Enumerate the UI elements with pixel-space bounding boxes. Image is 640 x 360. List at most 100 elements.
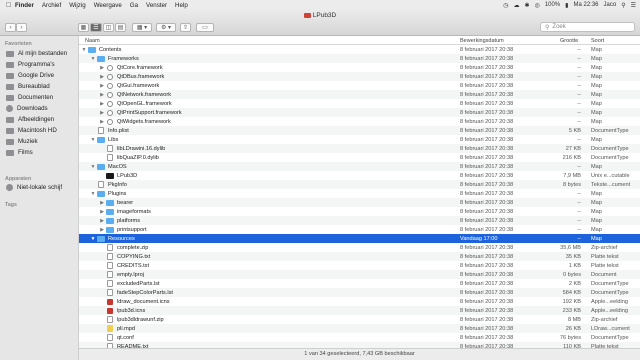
table-row[interactable]: ▶ imageformats 8 februari 2017 20:38 -- Map (79, 207, 640, 216)
table-row[interactable]: ▶ platforms 8 februari 2017 20:38 -- Map (79, 216, 640, 225)
battery-percentage[interactable]: 100% (545, 2, 560, 8)
menu-help[interactable]: Help (175, 2, 188, 9)
sidebar-item-music[interactable]: Muziek (6, 138, 38, 145)
list-view-button[interactable]: ☰ (90, 23, 102, 32)
sidebar-item-applications[interactable]: Programma's (6, 61, 55, 68)
disclosure-triangle-icon[interactable]: ▼ (90, 56, 96, 62)
table-row[interactable]: pli.mpd 8 februari 2017 20:38 26 KB LDraw..… (79, 324, 640, 333)
disclosure-triangle-icon[interactable]: ▶ (99, 218, 105, 224)
menubar-user[interactable]: Jaco (604, 2, 617, 8)
table-row[interactable]: PkgInfo 8 februari 2017 20:38 8 bytes Tekst… (79, 180, 640, 189)
disclosure-triangle-icon[interactable]: ▶ (99, 119, 105, 125)
table-row[interactable]: fadeStepColorParts.lst 8 februari 2017 20… (79, 288, 640, 297)
table-row[interactable]: ▶ bearer 8 februari 2017 20:38 -- Map (79, 198, 640, 207)
table-row[interactable]: libLDrawini.16.dylib 8 februari 2017 20:3… (79, 144, 640, 153)
apple-menu-icon[interactable]:  (6, 2, 15, 9)
table-row[interactable]: ▶ QtDBus.framework 8 februari 2017 20:38 --… (79, 72, 640, 81)
table-row[interactable]: ▶ QtOpenGL.framework 8 februari 2017 20:38… (79, 99, 640, 108)
disclosure-triangle-icon[interactable]: ▶ (99, 101, 105, 107)
sidebar-item-macintosh-hd[interactable]: Macintosh HD (6, 127, 57, 134)
search-field[interactable]: ⚲ Zoek (540, 22, 635, 32)
disclosure-triangle-icon[interactable]: ▶ (99, 83, 105, 89)
sidebar-item-documents[interactable]: Documenten (6, 94, 53, 101)
table-row[interactable]: lpub3d.icns 8 februari 2017 20:38 233 KB Ap… (79, 306, 640, 315)
table-row[interactable]: ▶ QtGui.framework 8 februari 2017 20:38 -- M… (79, 81, 640, 90)
table-row[interactable]: ▶ QtNetwork.framework 8 februari 2017 20:3… (79, 90, 640, 99)
spotlight-icon[interactable]: ⚲ (621, 2, 625, 9)
table-row[interactable]: complete.zip 8 februari 2017 20:38 35,6 MB… (79, 243, 640, 252)
menubar-clock[interactable]: Ma 22:36 (573, 2, 598, 8)
disclosure-triangle-icon[interactable]: ▼ (81, 47, 87, 53)
menu-weergave[interactable]: Weergave (94, 2, 122, 9)
table-row[interactable]: ▼ Libs 8 februari 2017 20:38 -- Map (79, 135, 640, 144)
notification-center-icon[interactable]: ☰ (631, 2, 636, 9)
disclosure-triangle-icon[interactable]: ▶ (99, 227, 105, 233)
row-size: 76 bytes (559, 334, 581, 341)
table-row[interactable]: excludedParts.lst 8 februari 2017 20:38 2 … (79, 279, 640, 288)
row-kind: Map (591, 226, 602, 233)
table-row[interactable]: COPYING.txt 8 februari 2017 20:38 35 KB Pla… (79, 252, 640, 261)
table-row[interactable]: ▼ Contents 8 februari 2017 20:38 -- Map (79, 45, 640, 54)
table-row[interactable]: libQuaZIP.0.dylib 8 februari 2017 20:38 21… (79, 153, 640, 162)
sidebar-item-remote-disc[interactable]: Niet-lokale schijf (6, 184, 62, 191)
cloud-icon[interactable]: ☁ (514, 2, 520, 9)
icon-view-button[interactable]: ▦ (78, 23, 89, 32)
disclosure-triangle-icon[interactable]: ▶ (99, 65, 105, 71)
sidebar-item-desktop[interactable]: Bureaublad (6, 83, 50, 90)
arrange-button[interactable]: ▦ ▾ (132, 23, 152, 32)
row-name: COPYING.txt (99, 253, 150, 261)
tags-button[interactable]: ▭ (196, 23, 214, 32)
sidebar-item-all-files[interactable]: Al mijn bestanden (6, 50, 67, 57)
table-row[interactable]: ▶ QtPrintSupport.framework 8 februari 2017… (79, 108, 640, 117)
table-row[interactable]: ▼ Frameworks 8 februari 2017 20:38 -- Map (79, 54, 640, 63)
bluetooth-icon[interactable]: ✱ (525, 2, 530, 9)
sidebar-item-movies[interactable]: Films (6, 149, 33, 156)
disclosure-triangle-icon[interactable]: ▼ (90, 191, 96, 197)
disclosure-triangle-icon[interactable]: ▶ (99, 200, 105, 206)
table-row[interactable]: ▶ printsupport 8 februari 2017 20:38 -- Map (79, 225, 640, 234)
column-view-button[interactable]: ◫ (103, 23, 114, 32)
sidebar-item-pictures[interactable]: Afbeeldingen (6, 116, 54, 123)
row-kind: Map (591, 217, 602, 224)
column-name[interactable]: Naam (85, 38, 100, 44)
wifi-icon[interactable]: ◎ (535, 2, 540, 9)
cover-flow-button[interactable]: ▤ (115, 23, 126, 32)
sidebar-item-downloads[interactable]: Downloads (6, 105, 48, 112)
disclosure-triangle-icon[interactable]: ▼ (90, 164, 96, 170)
table-row[interactable]: lpub3dldrawunf.zip 8 februari 2017 20:38 8… (79, 315, 640, 324)
table-row[interactable]: ▼ Resources Vandaag 17:00 -- Map (79, 234, 640, 243)
action-button[interactable]: ⚙ ▾ (156, 23, 176, 32)
battery-icon[interactable]: ▮ (565, 2, 568, 9)
table-row[interactable]: Info.plist 8 februari 2017 20:38 5 KB Docum… (79, 126, 640, 135)
table-row[interactable]: ▼ Plugins 8 februari 2017 20:38 -- Map (79, 189, 640, 198)
table-row[interactable]: LPub3D 8 februari 2017 20:38 7,9 MB Unix e.… (79, 171, 640, 180)
column-kind[interactable]: Soort (591, 38, 604, 44)
disclosure-triangle-icon[interactable]: ▶ (99, 92, 105, 98)
sidebar-item-google-drive[interactable]: Google Drive (6, 72, 54, 79)
table-row[interactable]: ▶ QtWidgets.framework 8 februari 2017 20:3… (79, 117, 640, 126)
table-row[interactable]: ldraw_document.icns 8 februari 2017 20:38… (79, 297, 640, 306)
column-size[interactable]: Grootte (560, 38, 578, 44)
disclosure-triangle-icon[interactable]: ▼ (90, 137, 96, 143)
table-row[interactable]: empty.lproj 8 februari 2017 20:38 0 bytes D… (79, 270, 640, 279)
back-button[interactable]: ‹ (5, 23, 16, 32)
time-machine-icon[interactable]: ◷ (503, 2, 508, 9)
column-date[interactable]: Bewerkingsdatum (460, 38, 504, 44)
table-row[interactable]: qt.conf 8 februari 2017 20:38 76 bytes Docu… (79, 333, 640, 342)
disclosure-triangle-icon[interactable]: ▼ (90, 236, 96, 242)
menu-finder[interactable]: Finder (15, 2, 34, 9)
disclosure-triangle-icon[interactable]: ▶ (99, 74, 105, 80)
menu-archief[interactable]: Archief (42, 2, 61, 9)
disclosure-triangle-icon[interactable]: ▶ (99, 110, 105, 116)
forward-button[interactable]: › (16, 23, 27, 32)
framework-icon (107, 109, 113, 116)
menu-ga[interactable]: Ga (130, 2, 138, 9)
table-row[interactable]: ▶ QtCore.framework 8 februari 2017 20:38 --… (79, 63, 640, 72)
table-row[interactable]: ▼ MacOS 8 februari 2017 20:38 -- Map (79, 162, 640, 171)
disclosure-triangle-icon[interactable]: ▶ (99, 209, 105, 215)
share-button[interactable]: ⇧ (180, 23, 191, 32)
menu-venster[interactable]: Venster (146, 2, 167, 9)
table-row[interactable]: CREDITS.txt 8 februari 2017 20:38 1 KB Plat… (79, 261, 640, 270)
menu-wijzig[interactable]: Wijzig (69, 2, 86, 9)
row-date: 8 februari 2017 20:38 (460, 64, 514, 71)
